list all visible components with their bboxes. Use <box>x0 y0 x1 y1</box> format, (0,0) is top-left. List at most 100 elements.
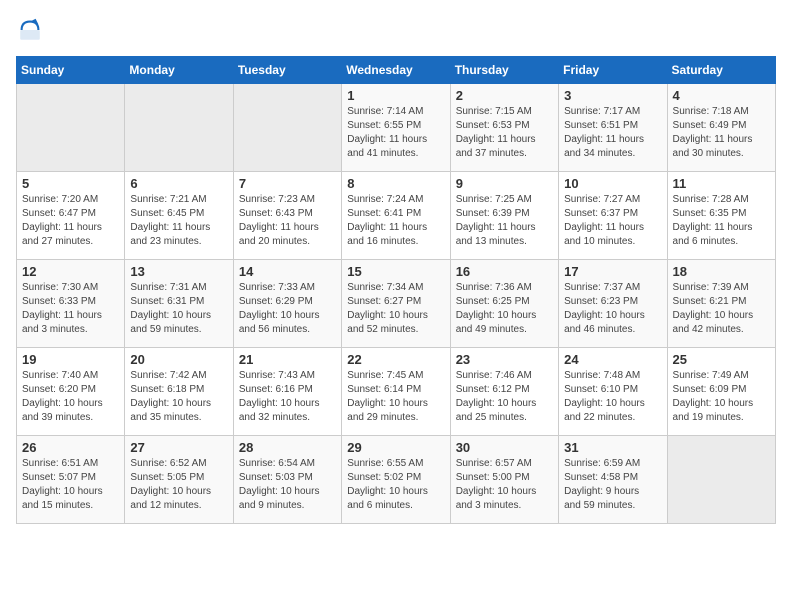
calendar-cell: 24 Sunrise: 7:48 AM Sunset: 6:10 PM Dayli… <box>559 348 667 436</box>
day-info: Sunrise: 7:17 AM Sunset: 6:51 PM Dayligh… <box>564 105 661 161</box>
day-info: Sunrise: 7:15 AM Sunset: 6:53 PM Dayligh… <box>456 105 553 161</box>
day-info: Sunrise: 7:23 AM Sunset: 6:43 PM Dayligh… <box>239 193 336 249</box>
calendar-cell: 23 Sunrise: 7:46 AM Sunset: 6:12 PM Dayli… <box>450 348 558 436</box>
day-info: Sunrise: 7:48 AM Sunset: 6:10 PM Dayligh… <box>564 369 661 425</box>
day-info: Sunrise: 7:34 AM Sunset: 6:27 PM Dayligh… <box>347 281 444 337</box>
day-info: Sunrise: 7:28 AM Sunset: 6:35 PM Dayligh… <box>673 193 770 249</box>
day-number: 7 <box>239 176 336 191</box>
weekday-header: Friday <box>559 57 667 84</box>
day-number: 11 <box>673 176 770 191</box>
calendar-week-row: 26Sunrise: 6:51 AM Sunset: 5:07 PM Dayli… <box>17 436 776 524</box>
calendar-cell: 12 Sunrise: 7:30 AM Sunset: 6:33 PM Dayli… <box>17 260 125 348</box>
calendar-cell: 7 Sunrise: 7:23 AM Sunset: 6:43 PM Daylig… <box>233 172 341 260</box>
calendar-week-row: 5 Sunrise: 7:20 AM Sunset: 6:47 PM Daylig… <box>17 172 776 260</box>
calendar-table: SundayMondayTuesdayWednesdayThursdayFrid… <box>16 56 776 524</box>
calendar-cell: 30 Sunrise: 6:57 AM Sunset: 5:00 PM Dayli… <box>450 436 558 524</box>
day-number: 8 <box>347 176 444 191</box>
day-info: Sunrise: 7:21 AM Sunset: 6:45 PM Dayligh… <box>130 193 227 249</box>
day-number: 31 <box>564 440 661 455</box>
logo <box>16 16 48 44</box>
weekday-header: Monday <box>125 57 233 84</box>
day-info: Sunrise: 7:25 AM Sunset: 6:39 PM Dayligh… <box>456 193 553 249</box>
day-info: Sunrise: 7:20 AM Sunset: 6:47 PM Dayligh… <box>22 193 119 249</box>
calendar-cell: 26Sunrise: 6:51 AM Sunset: 5:07 PM Dayli… <box>17 436 125 524</box>
calendar-cell: 29 Sunrise: 6:55 AM Sunset: 5:02 PM Dayli… <box>342 436 450 524</box>
weekday-header: Sunday <box>17 57 125 84</box>
calendar-cell: 11 Sunrise: 7:28 AM Sunset: 6:35 PM Dayli… <box>667 172 775 260</box>
calendar-cell: 9 Sunrise: 7:25 AM Sunset: 6:39 PM Daylig… <box>450 172 558 260</box>
day-info: Sunrise: 6:57 AM Sunset: 5:00 PM Dayligh… <box>456 457 553 513</box>
day-info: Sunrise: 7:43 AM Sunset: 6:16 PM Dayligh… <box>239 369 336 425</box>
day-info: Sunrise: 7:24 AM Sunset: 6:41 PM Dayligh… <box>347 193 444 249</box>
day-info: Sunrise: 6:59 AM Sunset: 4:58 PM Dayligh… <box>564 457 661 513</box>
day-info: Sunrise: 7:18 AM Sunset: 6:49 PM Dayligh… <box>673 105 770 161</box>
calendar-cell <box>667 436 775 524</box>
page-header <box>16 16 776 44</box>
calendar-week-row: 19Sunrise: 7:40 AM Sunset: 6:20 PM Dayli… <box>17 348 776 436</box>
day-number: 22 <box>347 352 444 367</box>
calendar-cell: 19Sunrise: 7:40 AM Sunset: 6:20 PM Dayli… <box>17 348 125 436</box>
day-number: 20 <box>130 352 227 367</box>
header-row: SundayMondayTuesdayWednesdayThursdayFrid… <box>17 57 776 84</box>
day-info: Sunrise: 7:40 AM Sunset: 6:20 PM Dayligh… <box>22 369 119 425</box>
day-number: 27 <box>130 440 227 455</box>
calendar-cell: 27Sunrise: 6:52 AM Sunset: 5:05 PM Dayli… <box>125 436 233 524</box>
day-number: 29 <box>347 440 444 455</box>
calendar-cell: 1Sunrise: 7:14 AM Sunset: 6:55 PM Daylig… <box>342 84 450 172</box>
calendar-cell: 16Sunrise: 7:36 AM Sunset: 6:25 PM Dayli… <box>450 260 558 348</box>
calendar-cell <box>125 84 233 172</box>
calendar-cell: 14Sunrise: 7:33 AM Sunset: 6:29 PM Dayli… <box>233 260 341 348</box>
day-info: Sunrise: 7:46 AM Sunset: 6:12 PM Dayligh… <box>456 369 553 425</box>
calendar-week-row: 1Sunrise: 7:14 AM Sunset: 6:55 PM Daylig… <box>17 84 776 172</box>
day-info: Sunrise: 7:39 AM Sunset: 6:21 PM Dayligh… <box>673 281 770 337</box>
calendar-cell: 3 Sunrise: 7:17 AM Sunset: 6:51 PM Daylig… <box>559 84 667 172</box>
day-info: Sunrise: 7:27 AM Sunset: 6:37 PM Dayligh… <box>564 193 661 249</box>
calendar-cell: 21Sunrise: 7:43 AM Sunset: 6:16 PM Dayli… <box>233 348 341 436</box>
day-info: Sunrise: 7:30 AM Sunset: 6:33 PM Dayligh… <box>22 281 119 337</box>
day-info: Sunrise: 7:49 AM Sunset: 6:09 PM Dayligh… <box>673 369 770 425</box>
calendar-week-row: 12 Sunrise: 7:30 AM Sunset: 6:33 PM Dayli… <box>17 260 776 348</box>
day-number: 10 <box>564 176 661 191</box>
day-number: 5 <box>22 176 119 191</box>
day-number: 18 <box>673 264 770 279</box>
calendar-cell: 10 Sunrise: 7:27 AM Sunset: 6:37 PM Dayli… <box>559 172 667 260</box>
weekday-header: Saturday <box>667 57 775 84</box>
calendar-cell: 15 Sunrise: 7:34 AM Sunset: 6:27 PM Dayli… <box>342 260 450 348</box>
day-number: 6 <box>130 176 227 191</box>
logo-icon <box>16 16 44 44</box>
day-number: 24 <box>564 352 661 367</box>
day-number: 4 <box>673 88 770 103</box>
calendar-cell: 2 Sunrise: 7:15 AM Sunset: 6:53 PM Daylig… <box>450 84 558 172</box>
calendar-cell: 13Sunrise: 7:31 AM Sunset: 6:31 PM Dayli… <box>125 260 233 348</box>
calendar-cell: 8 Sunrise: 7:24 AM Sunset: 6:41 PM Daylig… <box>342 172 450 260</box>
day-number: 15 <box>347 264 444 279</box>
day-info: Sunrise: 6:51 AM Sunset: 5:07 PM Dayligh… <box>22 457 119 513</box>
calendar-cell: 25 Sunrise: 7:49 AM Sunset: 6:09 PM Dayli… <box>667 348 775 436</box>
calendar-cell: 31 Sunrise: 6:59 AM Sunset: 4:58 PM Dayli… <box>559 436 667 524</box>
calendar-cell: 5 Sunrise: 7:20 AM Sunset: 6:47 PM Daylig… <box>17 172 125 260</box>
day-number: 30 <box>456 440 553 455</box>
day-number: 14 <box>239 264 336 279</box>
day-number: 25 <box>673 352 770 367</box>
day-number: 2 <box>456 88 553 103</box>
calendar-cell <box>17 84 125 172</box>
day-number: 23 <box>456 352 553 367</box>
day-info: Sunrise: 6:55 AM Sunset: 5:02 PM Dayligh… <box>347 457 444 513</box>
day-info: Sunrise: 7:37 AM Sunset: 6:23 PM Dayligh… <box>564 281 661 337</box>
weekday-header: Thursday <box>450 57 558 84</box>
weekday-header: Wednesday <box>342 57 450 84</box>
day-number: 12 <box>22 264 119 279</box>
day-info: Sunrise: 7:45 AM Sunset: 6:14 PM Dayligh… <box>347 369 444 425</box>
day-info: Sunrise: 6:54 AM Sunset: 5:03 PM Dayligh… <box>239 457 336 513</box>
day-info: Sunrise: 7:14 AM Sunset: 6:55 PM Dayligh… <box>347 105 444 161</box>
day-info: Sunrise: 7:42 AM Sunset: 6:18 PM Dayligh… <box>130 369 227 425</box>
calendar-cell: 20 Sunrise: 7:42 AM Sunset: 6:18 PM Dayli… <box>125 348 233 436</box>
day-number: 9 <box>456 176 553 191</box>
calendar-cell: 4 Sunrise: 7:18 AM Sunset: 6:49 PM Daylig… <box>667 84 775 172</box>
day-number: 13 <box>130 264 227 279</box>
calendar-cell: 17 Sunrise: 7:37 AM Sunset: 6:23 PM Dayli… <box>559 260 667 348</box>
day-number: 17 <box>564 264 661 279</box>
day-number: 16 <box>456 264 553 279</box>
calendar-header: SundayMondayTuesdayWednesdayThursdayFrid… <box>17 57 776 84</box>
day-number: 3 <box>564 88 661 103</box>
